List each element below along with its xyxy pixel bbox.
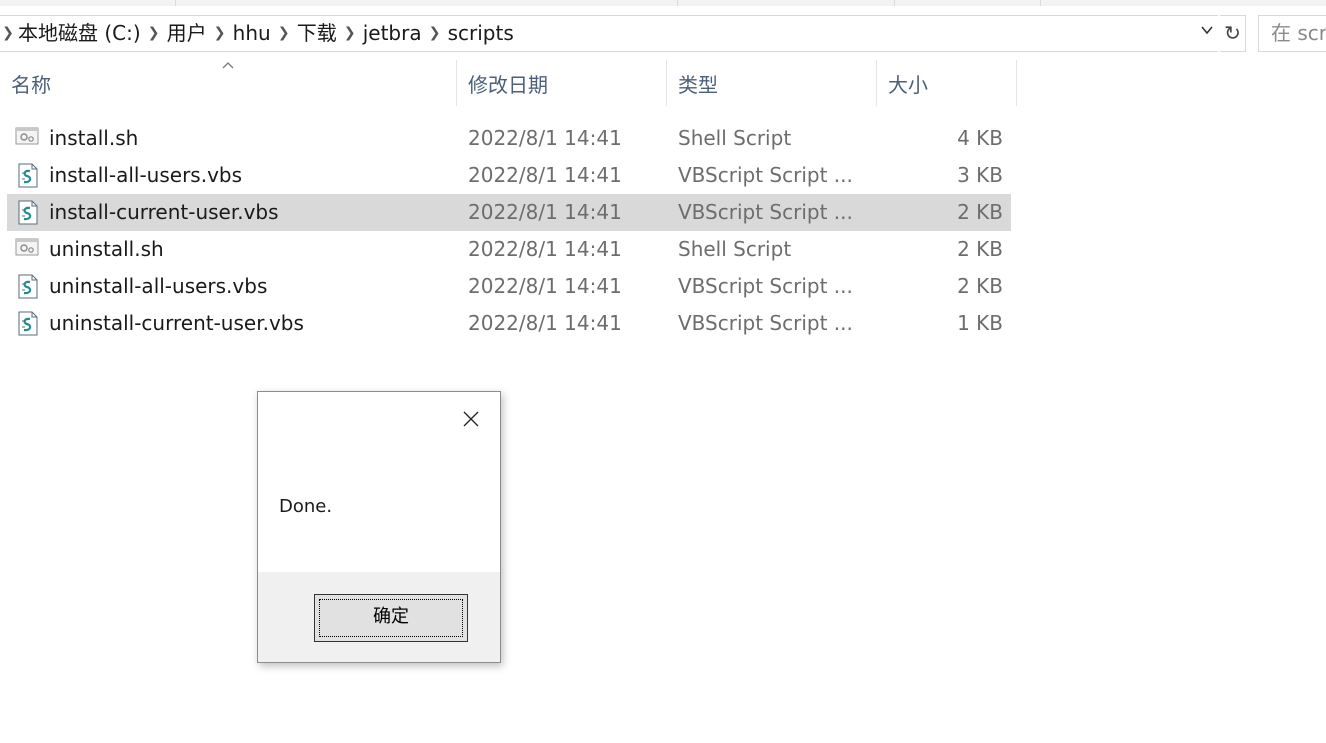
file-type: Shell Script: [678, 126, 792, 150]
breadcrumb-item-users[interactable]: 用户: [165, 16, 209, 51]
dialog-message: Done.: [279, 496, 333, 517]
file-name: uninstall-all-users.vbs: [49, 274, 268, 298]
column-header-name-label: 名称: [11, 73, 51, 97]
ok-button[interactable]: 确定: [314, 594, 468, 642]
file-date: 2022/8/1 14:41: [468, 274, 622, 298]
file-type: VBScript Script ...: [678, 200, 853, 224]
file-type: VBScript Script ...: [678, 274, 853, 298]
file-size: 2 KB: [957, 237, 1003, 261]
file-date: 2022/8/1 14:41: [468, 200, 622, 224]
file-size: 3 KB: [957, 163, 1003, 187]
address-bar[interactable]: ❯ 本地磁盘 (C:) ❯ 用户 ❯ hhu ❯ 下载 ❯ jetbra ❯ s…: [0, 15, 1218, 52]
breadcrumb-item-downloads[interactable]: 下载: [295, 16, 339, 51]
vbscript-icon: [15, 200, 40, 225]
file-row[interactable]: install-current-user.vbs 2022/8/1 14:41 …: [7, 194, 1011, 231]
chevron-right-icon[interactable]: ❯: [0, 16, 16, 51]
chevron-down-icon[interactable]: [1198, 16, 1216, 51]
file-size: 2 KB: [957, 274, 1003, 298]
breadcrumb-item-scripts[interactable]: scripts: [446, 16, 516, 51]
vbscript-icon: [15, 163, 40, 188]
close-icon: [463, 411, 479, 427]
chevron-right-icon[interactable]: ❯: [339, 16, 361, 51]
column-header-size-label: 大小: [888, 73, 928, 97]
file-name: install-all-users.vbs: [49, 163, 243, 187]
breadcrumb-item-drive[interactable]: 本地磁盘 (C:): [16, 16, 143, 51]
file-name: uninstall.sh: [49, 237, 164, 261]
column-header-type-label: 类型: [678, 73, 718, 97]
file-row[interactable]: uninstall-current-user.vbs 2022/8/1 14:4…: [7, 305, 1011, 342]
chevron-right-icon[interactable]: ❯: [209, 16, 231, 51]
message-dialog: Done. 确定: [257, 391, 501, 663]
file-type: VBScript Script ...: [678, 163, 853, 187]
breadcrumb: ❯ 本地磁盘 (C:) ❯ 用户 ❯ hhu ❯ 下载 ❯ jetbra ❯ s…: [0, 16, 516, 51]
dialog-footer: 确定: [258, 572, 500, 662]
shell-script-icon: [15, 237, 40, 262]
file-date: 2022/8/1 14:41: [468, 126, 622, 150]
file-name: uninstall-current-user.vbs: [49, 311, 304, 335]
shell-script-icon: [15, 126, 40, 151]
column-header-date-label: 修改日期: [468, 73, 548, 97]
file-row[interactable]: uninstall.sh 2022/8/1 14:41 Shell Script…: [7, 231, 1011, 268]
column-header-type[interactable]: 类型: [667, 60, 877, 110]
breadcrumb-item-user[interactable]: hhu: [231, 16, 273, 51]
file-type: Shell Script: [678, 237, 792, 261]
refresh-button[interactable]: ↻: [1220, 15, 1246, 52]
file-date: 2022/8/1 14:41: [468, 163, 622, 187]
ok-button-label: 确定: [373, 606, 409, 627]
file-name: install-current-user.vbs: [49, 200, 279, 224]
file-date: 2022/8/1 14:41: [468, 311, 622, 335]
chevron-right-icon[interactable]: ❯: [424, 16, 446, 51]
file-size: 1 KB: [957, 311, 1003, 335]
chevron-right-icon[interactable]: ❯: [273, 16, 295, 51]
file-date: 2022/8/1 14:41: [468, 237, 622, 261]
chevron-right-icon[interactable]: ❯: [143, 16, 165, 51]
refresh-icon: ↻: [1224, 21, 1241, 45]
file-name: install.sh: [49, 126, 139, 150]
column-header-name[interactable]: 名称: [0, 60, 457, 110]
file-row[interactable]: install.sh 2022/8/1 14:41 Shell Script 4…: [7, 120, 1011, 157]
search-placeholder: 在 scr: [1271, 21, 1326, 45]
close-button[interactable]: [458, 406, 484, 432]
file-size: 2 KB: [957, 200, 1003, 224]
top-strip: [0, 0, 1326, 6]
search-input[interactable]: 在 scr: [1258, 15, 1326, 52]
file-type: VBScript Script ...: [678, 311, 853, 335]
vbscript-icon: [15, 311, 40, 336]
file-size: 4 KB: [957, 126, 1003, 150]
column-header-date[interactable]: 修改日期: [457, 60, 667, 110]
file-row[interactable]: uninstall-all-users.vbs 2022/8/1 14:41 V…: [7, 268, 1011, 305]
column-header-size[interactable]: 大小: [877, 60, 1017, 110]
vbscript-icon: [15, 274, 40, 299]
file-row[interactable]: install-all-users.vbs 2022/8/1 14:41 VBS…: [7, 157, 1011, 194]
breadcrumb-item-jetbra[interactable]: jetbra: [361, 16, 424, 51]
